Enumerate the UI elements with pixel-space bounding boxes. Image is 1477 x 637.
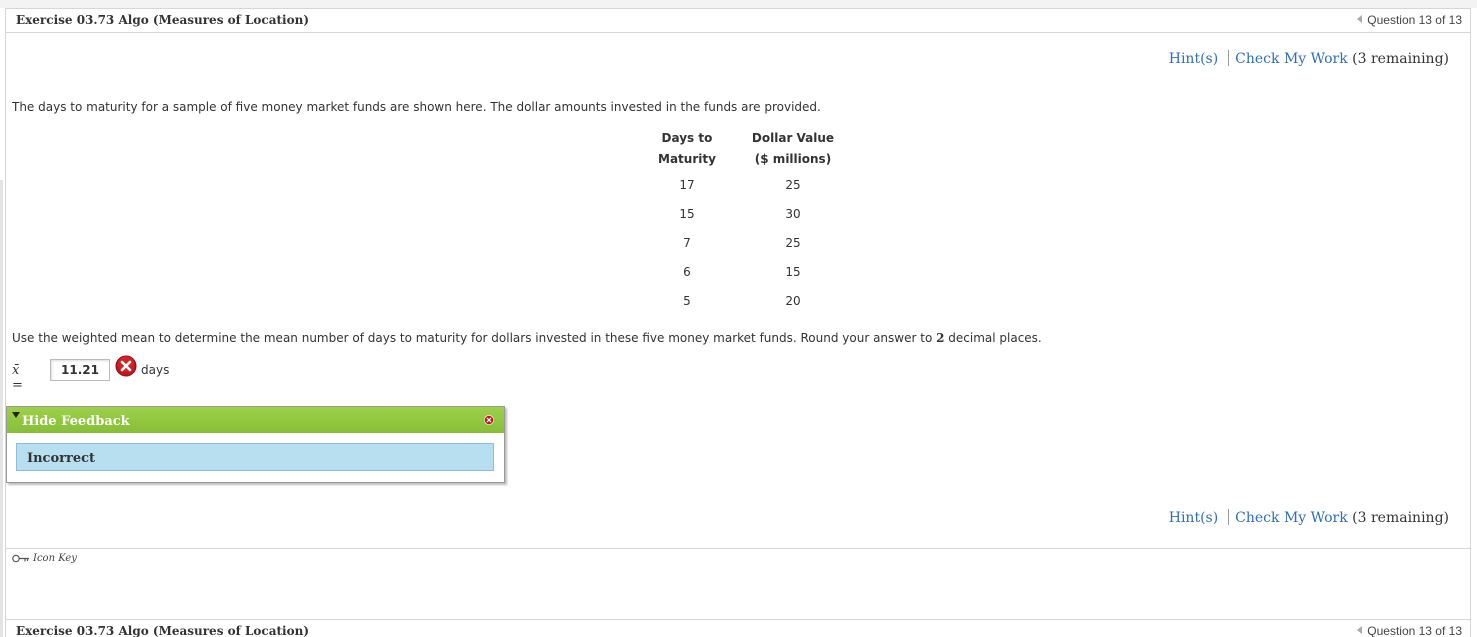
dollar-cell: 15 bbox=[785, 264, 801, 279]
dollar-cell: 30 bbox=[785, 206, 801, 221]
incorrect-icon bbox=[115, 355, 137, 377]
data-table: Days to Dollar Value Maturity ($ million… bbox=[640, 128, 852, 315]
hint-row-top: Hint(s) Check My Work (3 remaining) bbox=[1169, 50, 1449, 67]
separator bbox=[1228, 50, 1230, 66]
question-nav[interactable]: Question 13 of 13 bbox=[1357, 13, 1462, 27]
hints-link[interactable]: Hint(s) bbox=[1169, 51, 1218, 67]
question-counter-footer: Question 13 of 13 bbox=[1367, 624, 1462, 637]
question-text-after: decimal places. bbox=[944, 331, 1042, 345]
caret-down-icon bbox=[12, 412, 20, 418]
days-cell: 6 bbox=[683, 264, 691, 279]
exercise-title: Exercise 03.73 Algo (Measures of Locatio… bbox=[16, 13, 310, 27]
remaining-count: (3 remaining) bbox=[1352, 51, 1449, 67]
assignment-page: Exercise 03.73 Algo (Measures of Locatio… bbox=[0, 0, 1477, 637]
header-dollar-line2: ($ millions) bbox=[754, 152, 832, 166]
answer-input[interactable]: 11.21 bbox=[50, 359, 110, 381]
question-counter: Question 13 of 13 bbox=[1367, 13, 1462, 27]
header-dollar-line1: Dollar Value bbox=[751, 131, 835, 145]
table-row: 15 30 bbox=[640, 199, 852, 228]
days-cell: 15 bbox=[679, 206, 695, 221]
table-row: 5 20 bbox=[640, 286, 852, 315]
icon-key-label: Icon Key bbox=[33, 553, 77, 564]
exercise-title-footer: Exercise 03.73 Algo (Measures of Locatio… bbox=[16, 624, 310, 637]
table-row: 17 25 bbox=[640, 170, 852, 199]
problem-intro: The days to maturity for a sample of fiv… bbox=[12, 100, 821, 114]
question-nav-footer[interactable]: Question 13 of 13 bbox=[1357, 624, 1462, 637]
feedback-message-box: Incorrect bbox=[16, 443, 494, 471]
days-cell: 17 bbox=[679, 177, 695, 192]
days-cell: 5 bbox=[683, 293, 691, 308]
top-strip bbox=[0, 0, 1477, 8]
remaining-count: (3 remaining) bbox=[1352, 510, 1449, 526]
exercise-header: Exercise 03.73 Algo (Measures of Locatio… bbox=[6, 9, 1470, 33]
left-shadow bbox=[0, 180, 3, 637]
separator bbox=[1228, 509, 1230, 525]
answer-unit: days bbox=[141, 363, 170, 377]
exercise-footer: Exercise 03.73 Algo (Measures of Locatio… bbox=[6, 620, 1470, 637]
check-my-work-link[interactable]: Check My Work bbox=[1235, 51, 1348, 67]
previous-arrow-icon[interactable] bbox=[1357, 15, 1363, 23]
x-bar-symbol: x̄ = bbox=[12, 363, 23, 393]
hide-feedback-toggle[interactable]: Hide Feedback bbox=[22, 414, 130, 429]
feedback-message: Incorrect bbox=[27, 451, 96, 466]
previous-arrow-icon[interactable] bbox=[1357, 626, 1363, 634]
hint-row-bottom: Hint(s) Check My Work (3 remaining) bbox=[1169, 509, 1449, 526]
header-days-line2: Maturity bbox=[658, 152, 716, 166]
key-icon bbox=[12, 554, 29, 563]
header-days-line1: Days to bbox=[661, 131, 713, 145]
feedback-panel: Hide Feedback Incorrect bbox=[6, 406, 505, 483]
dollar-cell: 25 bbox=[785, 177, 801, 192]
dollar-cell: 20 bbox=[785, 293, 801, 308]
question-text-before: Use the weighted mean to determine the m… bbox=[12, 331, 937, 345]
dollar-cell: 25 bbox=[785, 235, 801, 250]
table-row: 6 15 bbox=[640, 257, 852, 286]
table-row: 7 25 bbox=[640, 228, 852, 257]
close-icon[interactable] bbox=[484, 415, 494, 425]
feedback-header[interactable]: Hide Feedback bbox=[7, 407, 504, 433]
check-my-work-link[interactable]: Check My Work bbox=[1235, 510, 1348, 526]
question-text: Use the weighted mean to determine the m… bbox=[12, 331, 1042, 345]
divider bbox=[6, 548, 1470, 549]
hints-link[interactable]: Hint(s) bbox=[1169, 510, 1218, 526]
days-cell: 7 bbox=[683, 235, 691, 250]
icon-key-link[interactable]: Icon Key bbox=[12, 553, 77, 564]
